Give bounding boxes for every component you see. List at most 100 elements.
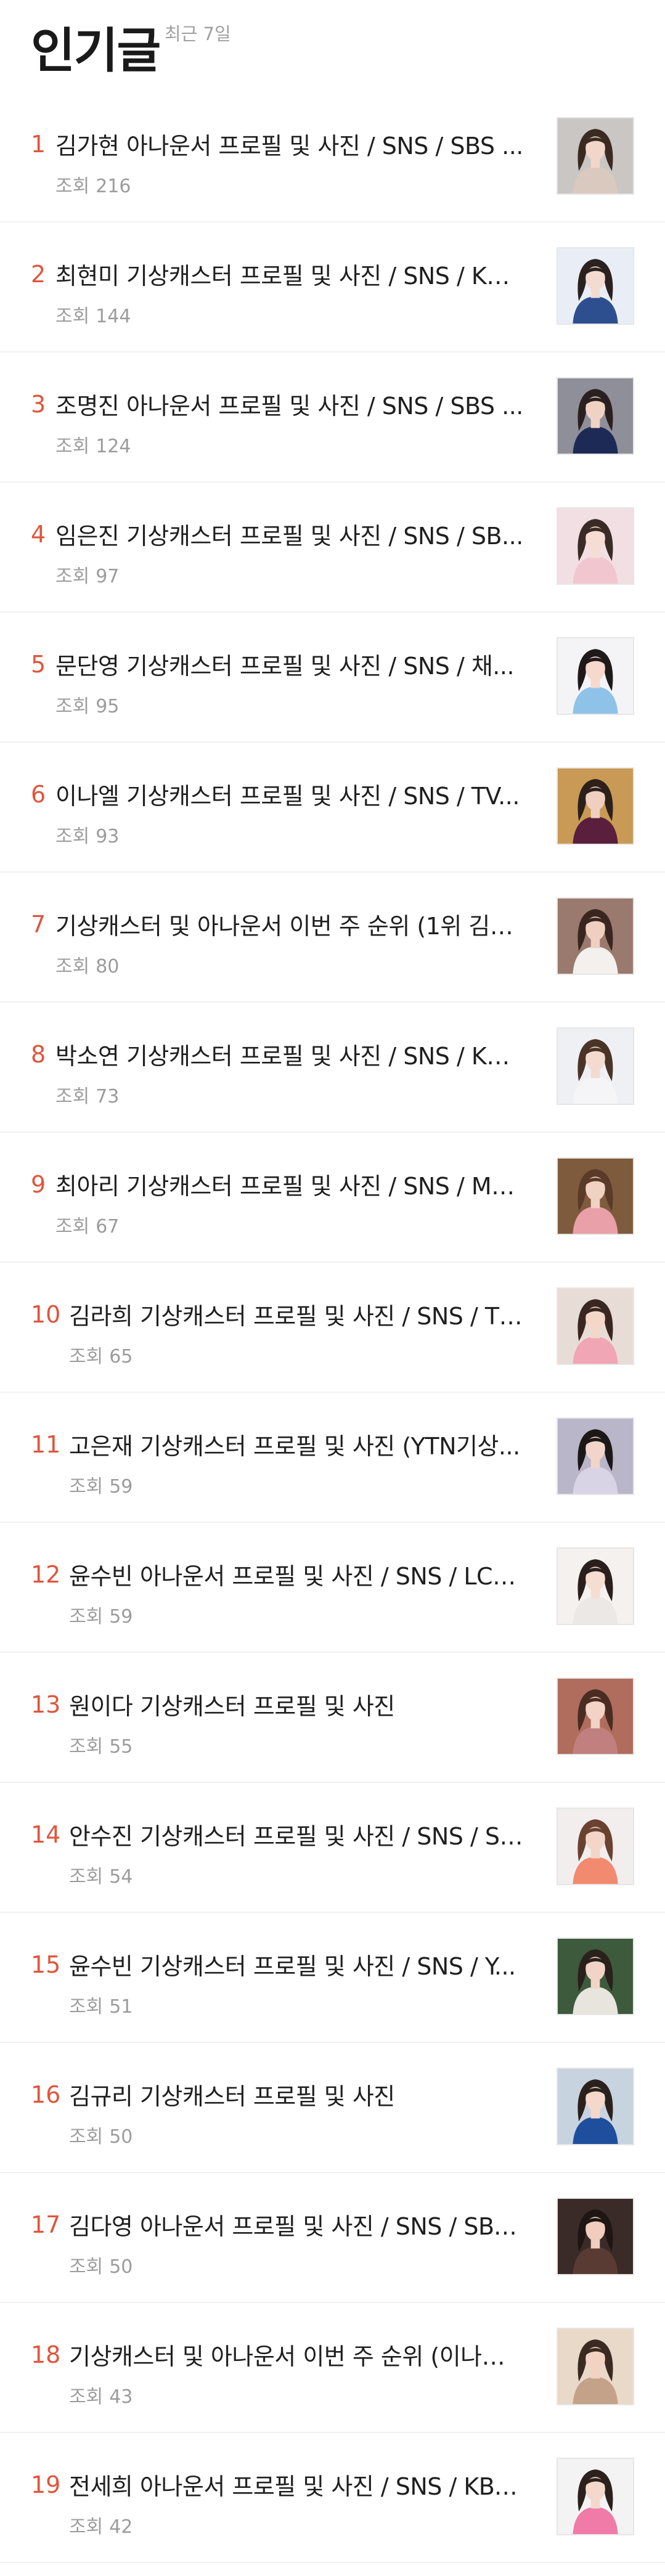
post-title-link[interactable]: 김규리 기상캐스터 프로필 및 사진 <box>69 2077 523 2111</box>
view-number: 42 <box>109 2516 133 2538</box>
view-label: 조회 <box>69 1866 104 1888</box>
post-title-link[interactable]: 기상캐스터 및 아나운서 이번 주 순위 (1위 김다... <box>55 907 523 941</box>
post-view-count: 조회 67 <box>55 1211 523 1238</box>
post-view-count: 조회 43 <box>69 2381 523 2408</box>
post-title-link[interactable]: 임은진 기상캐스터 프로필 및 사진 / SNS / SB... <box>55 517 523 551</box>
post-title-link[interactable]: 안수진 기상캐스터 프로필 및 사진 / SNS / SB... <box>69 1817 523 1851</box>
post-title-link[interactable]: 원이다 기상캐스터 프로필 및 사진 <box>69 1687 523 1721</box>
post-title-link[interactable]: 문단영 기상캐스터 프로필 및 사진 / SNS / 채... <box>55 647 523 681</box>
post-text: 임은진 기상캐스터 프로필 및 사진 / SNS / SB... 조회 97 <box>55 517 523 588</box>
post-item[interactable]: 10 김라희 기상캐스터 프로필 및 사진 / SNS / TV... 조회 65 <box>0 1263 665 1393</box>
post-title-link[interactable]: 김가현 아나운서 프로필 및 사진 / SNS / SBS ... <box>55 127 523 161</box>
post-title-link[interactable]: 윤수빈 아나운서 프로필 및 사진 / SNS / LCK ... <box>69 1557 523 1591</box>
post-view-count: 조회 55 <box>69 1731 523 1758</box>
post-item[interactable]: 19 전세희 아나운서 프로필 및 사진 / SNS / KBS ... 조회 42 <box>0 2433 665 2563</box>
post-view-count: 조회 73 <box>55 1081 523 1108</box>
view-label: 조회 <box>55 566 90 587</box>
post-rank: 7 <box>31 911 46 938</box>
post-thumbnail[interactable] <box>557 1677 634 1755</box>
post-thumbnail[interactable] <box>557 1547 634 1625</box>
post-item[interactable]: 16 김규리 기상캐스터 프로필 및 사진 조회 50 <box>0 2043 665 2173</box>
post-thumbnail[interactable] <box>557 1287 634 1365</box>
post-item[interactable]: 14 안수진 기상캐스터 프로필 및 사진 / SNS / SB... 조회 54 <box>0 1783 665 1913</box>
view-label: 조회 <box>69 1996 104 2018</box>
post-thumbnail[interactable] <box>557 1808 634 1885</box>
view-number: 95 <box>96 696 120 717</box>
post-thumbnail[interactable] <box>557 637 634 715</box>
post-title-link[interactable]: 고은재 기상캐스터 프로필 및 사진 (YTN기상... <box>69 1427 523 1461</box>
post-item[interactable]: 5 문단영 기상캐스터 프로필 및 사진 / SNS / 채... 조회 95 <box>0 613 665 743</box>
popular-posts-header: 인기글 최근 7일 <box>0 0 665 92</box>
post-item[interactable]: 11 고은재 기상캐스터 프로필 및 사진 (YTN기상... 조회 59 <box>0 1393 665 1523</box>
post-item[interactable]: 7 기상캐스터 및 아나운서 이번 주 순위 (1위 김다... 조회 80 <box>0 873 665 1003</box>
post-rank: 9 <box>31 1171 46 1198</box>
post-title-link[interactable]: 전세희 아나운서 프로필 및 사진 / SNS / KBS ... <box>69 2468 523 2501</box>
portrait-image <box>558 118 633 194</box>
post-title-link[interactable]: 김라희 기상캐스터 프로필 및 사진 / SNS / TV... <box>69 1297 523 1331</box>
post-thumbnail[interactable] <box>557 1417 634 1495</box>
post-item[interactable]: 4 임은진 기상캐스터 프로필 및 사진 / SNS / SB... 조회 97 <box>0 483 665 613</box>
post-view-count: 조회 65 <box>69 1341 523 1368</box>
post-thumbnail[interactable] <box>557 2068 634 2145</box>
post-item[interactable]: 8 박소연 기상캐스터 프로필 및 사진 / SNS / KB... 조회 73 <box>0 1003 665 1133</box>
view-number: 51 <box>109 1996 133 2018</box>
portrait-image <box>558 378 633 454</box>
post-text: 최현미 기상캐스터 프로필 및 사진 / SNS / KB... 조회 144 <box>55 257 523 328</box>
view-label: 조회 <box>69 1346 104 1367</box>
post-rank: 1 <box>31 131 46 158</box>
post-view-count: 조회 97 <box>55 561 523 588</box>
period-label: 최근 7일 <box>165 23 231 44</box>
post-item[interactable]: 6 이나엘 기상캐스터 프로필 및 사진 / SNS / TV... 조회 93 <box>0 743 665 873</box>
portrait-image <box>558 2199 633 2274</box>
post-title-link[interactable]: 김다영 아나운서 프로필 및 사진 / SNS / SBS ... <box>69 2207 523 2241</box>
post-thumbnail[interactable] <box>557 507 634 585</box>
post-view-count: 조회 124 <box>55 431 523 458</box>
post-item[interactable]: 2 최현미 기상캐스터 프로필 및 사진 / SNS / KB... 조회 144 <box>0 222 665 353</box>
post-title-link[interactable]: 기상캐스터 및 아나운서 이번 주 순위 (이나엘 ... <box>69 2338 523 2371</box>
view-number: 67 <box>96 1216 120 1237</box>
post-item[interactable]: 12 윤수빈 아나운서 프로필 및 사진 / SNS / LCK ... 조회 59 <box>0 1523 665 1653</box>
post-thumbnail[interactable] <box>557 1157 634 1235</box>
portrait-image <box>558 508 633 584</box>
post-thumbnail[interactable] <box>557 1027 634 1105</box>
post-text: 기상캐스터 및 아나운서 이번 주 순위 (1위 김다... 조회 80 <box>55 907 523 978</box>
post-title-link[interactable]: 최아리 기상캐스터 프로필 및 사진 / SNS / MB... <box>55 1167 523 1201</box>
view-label: 조회 <box>55 306 90 327</box>
post-thumbnail[interactable] <box>557 117 634 195</box>
post-thumbnail[interactable] <box>557 2458 634 2535</box>
post-item[interactable]: 9 최아리 기상캐스터 프로필 및 사진 / SNS / MB... 조회 67 <box>0 1133 665 1263</box>
post-text: 윤수빈 아나운서 프로필 및 사진 / SNS / LCK ... 조회 59 <box>69 1557 523 1628</box>
portrait-image <box>558 1809 633 1884</box>
post-item[interactable]: 1 김가현 아나운서 프로필 및 사진 / SNS / SBS ... 조회 216 <box>0 92 665 222</box>
view-number: 54 <box>109 1866 133 1888</box>
view-number: 216 <box>96 176 131 197</box>
post-title-link[interactable]: 조명진 아나운서 프로필 및 사진 / SNS / SBS ... <box>55 387 523 421</box>
post-title-link[interactable]: 최현미 기상캐스터 프로필 및 사진 / SNS / KB... <box>55 257 523 291</box>
post-thumbnail[interactable] <box>557 2198 634 2275</box>
post-item[interactable]: 3 조명진 아나운서 프로필 및 사진 / SNS / SBS ... 조회 124 <box>0 353 665 483</box>
post-item[interactable]: 13 원이다 기상캐스터 프로필 및 사진 조회 55 <box>0 1653 665 1783</box>
post-thumbnail[interactable] <box>557 2328 634 2405</box>
post-item[interactable]: 17 김다영 아나운서 프로필 및 사진 / SNS / SBS ... 조회 50 <box>0 2173 665 2303</box>
post-thumbnail[interactable] <box>557 897 634 975</box>
portrait-image <box>558 1549 633 1624</box>
portrait-image <box>558 2329 633 2404</box>
view-label: 조회 <box>69 2386 104 2408</box>
view-label: 조회 <box>55 1086 90 1107</box>
post-item[interactable]: 18 기상캐스터 및 아나운서 이번 주 순위 (이나엘 ... 조회 43 <box>0 2303 665 2433</box>
post-item[interactable]: 15 윤수빈 기상캐스터 프로필 및 사진 / SNS / Y... 조회 51 <box>0 1913 665 2043</box>
post-thumbnail[interactable] <box>557 377 634 455</box>
post-title-link[interactable]: 윤수빈 기상캐스터 프로필 및 사진 / SNS / Y... <box>69 1947 523 1981</box>
post-title-link[interactable]: 이나엘 기상캐스터 프로필 및 사진 / SNS / TV... <box>55 777 523 811</box>
post-thumbnail[interactable] <box>557 767 634 845</box>
post-title-link[interactable]: 박소연 기상캐스터 프로필 및 사진 / SNS / KB... <box>55 1037 523 1071</box>
post-thumbnail[interactable] <box>557 1938 634 2015</box>
post-text: 안수진 기상캐스터 프로필 및 사진 / SNS / SB... 조회 54 <box>69 1817 523 1888</box>
post-text: 이나엘 기상캐스터 프로필 및 사진 / SNS / TV... 조회 93 <box>55 777 523 848</box>
post-view-count: 조회 50 <box>69 2251 523 2278</box>
post-view-count: 조회 216 <box>55 171 523 198</box>
portrait-image <box>558 1029 633 1104</box>
portrait-image <box>558 1679 633 1754</box>
post-text: 박소연 기상캐스터 프로필 및 사진 / SNS / KB... 조회 73 <box>55 1037 523 1108</box>
post-thumbnail[interactable] <box>557 247 634 325</box>
